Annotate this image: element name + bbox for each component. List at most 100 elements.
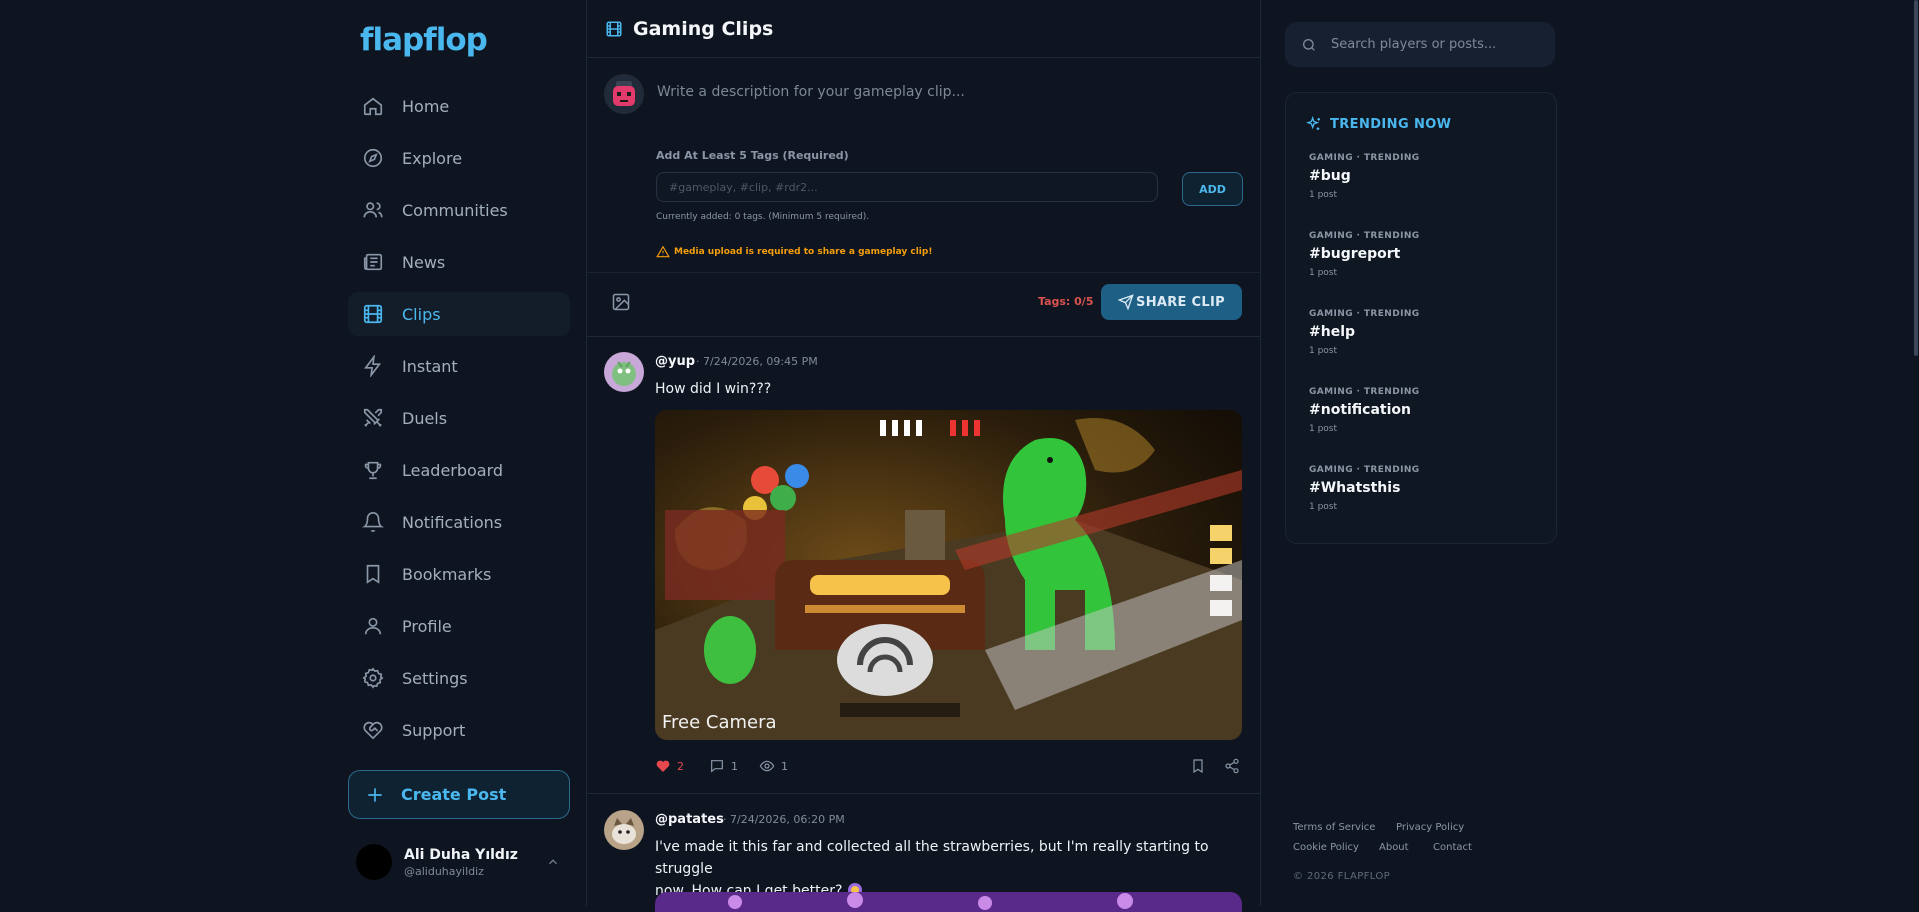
trending-category: GAMING · TRENDING bbox=[1309, 231, 1420, 241]
clip-video[interactable]: Free Camera bbox=[655, 410, 1242, 740]
trending-tag: #notification bbox=[1309, 402, 1412, 418]
sidebar-item-home[interactable]: Home bbox=[348, 84, 570, 128]
view-count: 1 bbox=[781, 759, 788, 773]
trending-count: 1 post bbox=[1309, 424, 1338, 434]
like-button[interactable]: 2 bbox=[655, 758, 684, 774]
user-handle: @aliduhayildiz bbox=[404, 864, 484, 878]
sidebar-item-settings[interactable]: Settings bbox=[348, 656, 570, 700]
sidebar-item-support[interactable]: Support bbox=[348, 708, 570, 752]
trending-count: 1 post bbox=[1309, 502, 1338, 512]
sidebar-item-explore[interactable]: Explore bbox=[348, 136, 570, 180]
scrollbar[interactable] bbox=[1914, 0, 1918, 356]
film-icon bbox=[363, 304, 383, 324]
dragon-avatar-icon bbox=[604, 352, 644, 392]
send-icon bbox=[1118, 294, 1134, 310]
sidebar-item-news[interactable]: News bbox=[348, 240, 570, 284]
sidebar-item-notifications[interactable]: Notifications bbox=[348, 500, 570, 544]
trending-header: TRENDING NOW bbox=[1306, 116, 1451, 132]
compass-icon bbox=[363, 148, 383, 168]
chevron-up-icon[interactable] bbox=[546, 855, 560, 869]
media-warning: Media upload is required to share a game… bbox=[656, 245, 932, 259]
sidebar-item-label: Notifications bbox=[402, 512, 503, 532]
post-author-avatar[interactable] bbox=[604, 352, 644, 392]
trending-item[interactable]: GAMING · TRENDING #bugreport 1 post bbox=[1309, 231, 1539, 278]
share-icon bbox=[1225, 758, 1239, 774]
bookmark-icon bbox=[1193, 759, 1203, 774]
sidebar-item-label: Instant bbox=[402, 356, 458, 376]
search-bar[interactable] bbox=[1285, 22, 1555, 67]
bookmark-button[interactable] bbox=[1190, 758, 1212, 774]
views-indicator: 1 bbox=[759, 758, 788, 774]
film-icon bbox=[606, 21, 622, 36]
bookmark-icon bbox=[366, 564, 380, 584]
sidebar-item-label: Explore bbox=[402, 148, 463, 168]
create-post-button[interactable]: Create Post bbox=[348, 770, 570, 819]
user-name: Ali Duha Yıldız bbox=[404, 846, 518, 863]
footer-link-cookie[interactable]: Cookie Policy bbox=[1293, 842, 1359, 853]
sidebar-item-communities[interactable]: Communities bbox=[348, 188, 570, 232]
sidebar-item-leaderboard[interactable]: Leaderboard bbox=[348, 448, 570, 492]
page-title: Gaming Clips bbox=[633, 17, 774, 40]
add-tag-button[interactable]: ADD bbox=[1182, 172, 1243, 206]
sidebar-item-bookmarks[interactable]: Bookmarks bbox=[348, 552, 570, 596]
footer-link-terms[interactable]: Terms of Service bbox=[1293, 822, 1375, 833]
footer-link-contact[interactable]: Contact bbox=[1433, 842, 1472, 853]
footer-link-about[interactable]: About bbox=[1379, 842, 1409, 853]
sidebar-item-label: Clips bbox=[402, 304, 441, 324]
trending-count: 1 post bbox=[1309, 268, 1338, 278]
trending-count: 1 post bbox=[1309, 346, 1338, 356]
sidebar-item-label: Communities bbox=[402, 200, 508, 220]
tags-input[interactable] bbox=[656, 172, 1158, 202]
zap-icon bbox=[364, 355, 382, 377]
sidebar-item-clips[interactable]: Clips bbox=[348, 292, 570, 336]
clip-description-input[interactable] bbox=[655, 76, 1239, 108]
share-clip-button[interactable]: SHARE CLIP bbox=[1101, 284, 1242, 320]
comment-count: 1 bbox=[731, 759, 738, 773]
search-icon bbox=[1303, 38, 1315, 51]
trending-tag: #help bbox=[1309, 324, 1356, 340]
post-author[interactable]: @yup bbox=[655, 354, 695, 369]
image-upload-icon[interactable] bbox=[611, 292, 631, 312]
post-author[interactable]: @patates bbox=[655, 812, 724, 827]
post-divider bbox=[587, 793, 1260, 794]
trending-item[interactable]: GAMING · TRENDING #bug 1 post bbox=[1309, 153, 1539, 200]
sidebar-item-instant[interactable]: Instant bbox=[348, 344, 570, 388]
search-input[interactable] bbox=[1329, 36, 1533, 53]
post-timestamp: · 7/24/2026, 09:45 PM bbox=[696, 355, 818, 368]
heart-handshake-icon bbox=[363, 721, 383, 740]
share-clip-label: SHARE CLIP bbox=[1136, 294, 1225, 310]
user-icon bbox=[364, 617, 382, 635]
sidebar-item-label: News bbox=[402, 252, 446, 272]
comment-button[interactable]: 1 bbox=[709, 758, 738, 774]
swords-icon bbox=[363, 408, 383, 427]
plus-icon bbox=[368, 787, 382, 802]
sidebar-item-profile[interactable]: Profile bbox=[348, 604, 570, 648]
media-warning-text: Media upload is required to share a game… bbox=[674, 247, 933, 257]
warning-icon bbox=[656, 245, 670, 258]
robot-avatar-icon bbox=[604, 74, 644, 114]
trending-category: GAMING · TRENDING bbox=[1309, 153, 1420, 163]
clip-video[interactable] bbox=[655, 892, 1242, 912]
sidebar-item-duels[interactable]: Duels bbox=[348, 396, 570, 440]
brand-logo[interactable]: flapflop bbox=[360, 22, 488, 58]
cat-avatar-icon bbox=[604, 810, 644, 850]
trending-item[interactable]: GAMING · TRENDING #help 1 post bbox=[1309, 309, 1539, 356]
trending-tag: #Whatsthis bbox=[1309, 480, 1401, 496]
eye-icon bbox=[759, 760, 775, 772]
footer-link-privacy[interactable]: Privacy Policy bbox=[1396, 822, 1464, 833]
trending-category: GAMING · TRENDING bbox=[1309, 309, 1420, 319]
page-header: Gaming Clips bbox=[587, 0, 1260, 58]
post-timestamp: · 7/24/2026, 06:20 PM bbox=[723, 813, 845, 826]
sidebar-item-label: Leaderboard bbox=[402, 460, 504, 480]
trending-item[interactable]: GAMING · TRENDING #notification 1 post bbox=[1309, 387, 1539, 434]
share-button[interactable] bbox=[1224, 758, 1246, 774]
users-icon bbox=[363, 202, 383, 218]
sidebar-item-label: Support bbox=[402, 720, 466, 740]
post-author-avatar[interactable] bbox=[604, 810, 644, 850]
composer-avatar bbox=[604, 74, 644, 114]
trending-item[interactable]: GAMING · TRENDING #Whatsthis 1 post bbox=[1309, 465, 1539, 512]
post-text: How did I win??? bbox=[655, 381, 772, 397]
main-feed: Gaming Clips Add At Least 5 Tags (Requir… bbox=[586, 0, 1261, 912]
user-account-menu[interactable]: Ali Duha Yıldız @aliduhayildiz bbox=[356, 840, 568, 884]
copyright: © 2026 FLAPFLOP bbox=[1293, 871, 1391, 882]
